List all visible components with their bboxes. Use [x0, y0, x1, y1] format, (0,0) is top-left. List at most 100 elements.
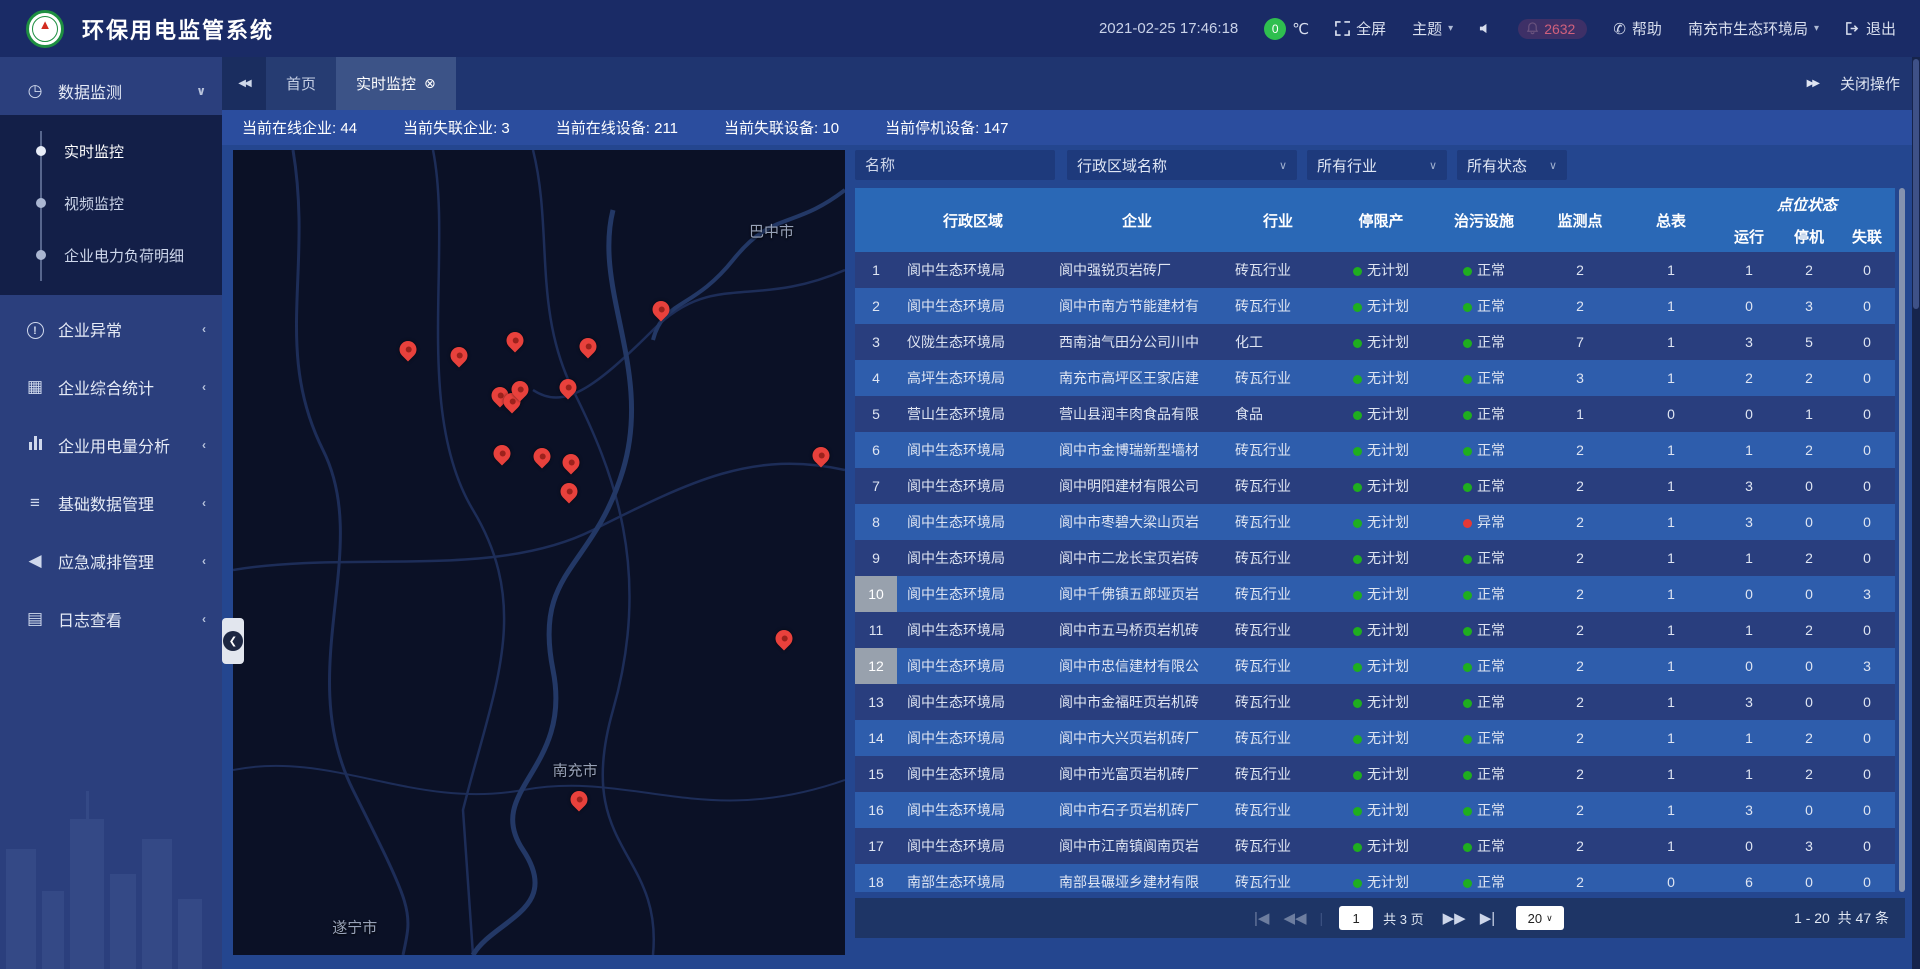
cell-industry: 砖瓦行业	[1225, 576, 1331, 612]
cell-company: 营山县润丰肉食品有限	[1049, 396, 1225, 432]
tab-realtime-monitoring[interactable]: 实时监控 ⊗	[336, 57, 456, 110]
table-row[interactable]: 7阆中生态环境局阆中明阳建材有限公司砖瓦行业无计划正常21300	[855, 468, 1895, 504]
status-dot-normal-icon	[1353, 555, 1362, 564]
cell-company: 西南油气田分公司川中	[1049, 324, 1225, 360]
table-row[interactable]: 8阆中生态环境局阆中市枣碧大梁山页岩砖瓦行业无计划异常21300	[855, 504, 1895, 540]
status-dot-normal-icon	[1353, 483, 1362, 492]
fullscreen-button[interactable]: 全屏	[1335, 18, 1386, 39]
app-window: 环保用电监管系统 2021-02-25 17:46:18 0 ℃ 全屏 主题▾ …	[0, 0, 1920, 969]
cell-run: 0	[1719, 288, 1779, 324]
industry-filter-select[interactable]: 所有行业∨	[1307, 150, 1447, 180]
cell-facility: 正常	[1431, 288, 1537, 324]
table-row[interactable]: 11阆中生态环境局阆中市五马桥页岩机砖砖瓦行业无计划正常21120	[855, 612, 1895, 648]
cell-monitor: 2	[1537, 648, 1623, 684]
table-row[interactable]: 6阆中生态环境局阆中市金博瑞新型墙材砖瓦行业无计划正常21120	[855, 432, 1895, 468]
pagination-bar: |◀ ◀◀ | 1 共 3 页 ▶▶ ▶| 20∨ 1 - 20 共 47 条	[855, 898, 1905, 938]
cell-facility: 正常	[1431, 576, 1537, 612]
map-collapse-button[interactable]: ❮	[222, 618, 244, 664]
cell-region: 阆中生态环境局	[897, 648, 1049, 684]
sidebar-item-base-data[interactable]: ≡ 基础数据管理‹	[0, 479, 222, 527]
table-row[interactable]: 5营山生态环境局营山县润丰肉食品有限食品无计划正常10010	[855, 396, 1895, 432]
last-page-button[interactable]: ▶|	[1473, 909, 1502, 927]
enterprise-table: 行政区域 企业 行业 停限产 治污设施 监测点 总表 点位状态 运行	[855, 188, 1895, 892]
scrollbar-thumb[interactable]	[1913, 59, 1919, 309]
sidebar-subitem-realtime-monitoring[interactable]: 实时监控	[0, 125, 222, 177]
tabs-scroll-left-button[interactable]: ◀◀	[222, 57, 266, 110]
table-row[interactable]: 17阆中生态环境局阆中市江南镇阆南页岩砖瓦行业无计划正常21030	[855, 828, 1895, 864]
map-canvas[interactable]: 巴中市 南充市 遂宁市	[233, 150, 845, 955]
sidebar-item-enterprise-statistics[interactable]: ▦ 企业综合统计‹	[0, 363, 222, 411]
close-tab-icon[interactable]: ⊗	[424, 75, 436, 92]
top-header: 环保用电监管系统 2021-02-25 17:46:18 0 ℃ 全屏 主题▾ …	[0, 0, 1920, 57]
chevron-left-icon: ‹	[202, 322, 206, 336]
page-number-input[interactable]: 1	[1339, 906, 1373, 930]
chevron-left-icon: ‹	[202, 438, 206, 452]
cell-num: 11	[855, 612, 897, 648]
region-filter-select[interactable]: 行政区域名称∨	[1067, 150, 1297, 180]
logout-button[interactable]: 退出	[1845, 18, 1896, 39]
table-row[interactable]: 18南部生态环境局南部县碾垭乡建材有限砖瓦行业无计划正常20600	[855, 864, 1895, 892]
cell-num: 1	[855, 252, 897, 288]
cell-stop: 无计划	[1331, 396, 1431, 432]
first-page-button[interactable]: |◀	[1247, 909, 1276, 927]
page-size-select[interactable]: 20∨	[1516, 906, 1564, 930]
name-filter-input[interactable]	[855, 150, 1055, 180]
table-row[interactable]: 16阆中生态环境局阆中市石子页岩机砖厂砖瓦行业无计划正常21300	[855, 792, 1895, 828]
cell-monitor: 2	[1537, 468, 1623, 504]
help-button[interactable]: ✆ 帮助	[1613, 18, 1662, 39]
sidebar-item-emergency-reduction[interactable]: ◀ 应急减排管理‹	[0, 537, 222, 585]
cell-meter: 1	[1623, 504, 1719, 540]
notification-count: 2632	[1544, 21, 1575, 37]
cell-monitor: 2	[1537, 576, 1623, 612]
cell-num: 9	[855, 540, 897, 576]
status-dot-normal-icon	[1463, 807, 1472, 816]
chevron-down-icon: ∨	[1429, 159, 1437, 172]
tabs-scroll-right-button[interactable]: ▶▶	[1807, 78, 1818, 89]
table-row[interactable]: 9阆中生态环境局阆中市二龙长宝页岩砖砖瓦行业无计划正常21120	[855, 540, 1895, 576]
table-row[interactable]: 3仪陇生态环境局西南油气田分公司川中化工无计划正常71350	[855, 324, 1895, 360]
cell-stop: 无计划	[1331, 864, 1431, 892]
cell-run: 1	[1719, 720, 1779, 756]
theme-menu-button[interactable]: 主题▾	[1412, 18, 1453, 39]
next-page-button[interactable]: ▶▶	[1436, 909, 1473, 927]
table-row[interactable]: 4高坪生态环境局南充市高坪区王家店建砖瓦行业无计划正常31220	[855, 360, 1895, 396]
sidebar-item-enterprise-abnormal[interactable]: ! 企业异常‹	[0, 305, 222, 353]
table-scrollbar[interactable]	[1899, 188, 1905, 892]
close-operations-button[interactable]: 关闭操作	[1840, 73, 1900, 94]
notification-badge[interactable]: 2632	[1518, 19, 1587, 39]
cell-facility: 正常	[1431, 540, 1537, 576]
col-facility: 治污设施	[1431, 188, 1537, 252]
table-row[interactable]: 12阆中生态环境局阆中市忠信建材有限公砖瓦行业无计划正常21003	[855, 648, 1895, 684]
table-row[interactable]: 1阆中生态环境局阆中强锐页岩砖厂砖瓦行业无计划正常21120	[855, 252, 1895, 288]
table-row[interactable]: 15阆中生态环境局阆中市光富页岩机砖厂砖瓦行业无计划正常21120	[855, 756, 1895, 792]
tab-home[interactable]: 首页	[266, 57, 336, 110]
cell-region: 阆中生态环境局	[897, 756, 1049, 792]
page-scrollbar[interactable]	[1912, 57, 1920, 969]
status-filter-select[interactable]: 所有状态∨	[1457, 150, 1567, 180]
cell-halt: 0	[1779, 684, 1839, 720]
cell-run: 3	[1719, 324, 1779, 360]
user-menu[interactable]: 南充市生态环境局▾	[1688, 18, 1819, 39]
sidebar-subitem-video-monitoring[interactable]: 视频监控	[0, 177, 222, 229]
bar-chart-icon	[24, 435, 46, 455]
table-row[interactable]: 2阆中生态环境局阆中市南方节能建材有砖瓦行业无计划正常21030	[855, 288, 1895, 324]
sidebar-subitem-power-load-detail[interactable]: 企业电力负荷明细	[0, 229, 222, 281]
sidebar-item-data-monitoring[interactable]: ◷ 数据监测 ∨	[0, 67, 222, 115]
cell-industry: 砖瓦行业	[1225, 432, 1331, 468]
cell-company: 阆中市五马桥页岩机砖	[1049, 612, 1225, 648]
chevron-left-icon: ❮	[223, 631, 243, 651]
table-row[interactable]: 14阆中生态环境局阆中市大兴页岩机砖厂砖瓦行业无计划正常21120	[855, 720, 1895, 756]
sidebar-item-log-view[interactable]: ▤ 日志查看‹	[0, 595, 222, 643]
table-row[interactable]: 10阆中生态环境局阆中千佛镇五郎垭页岩砖瓦行业无计划正常21003	[855, 576, 1895, 612]
table-row[interactable]: 13阆中生态环境局阆中市金福旺页岩机砖砖瓦行业无计划正常21300	[855, 684, 1895, 720]
prev-page-button[interactable]: ◀◀	[1276, 909, 1313, 927]
sound-button[interactable]	[1479, 22, 1492, 35]
cell-run: 1	[1719, 612, 1779, 648]
status-dot-normal-icon	[1463, 879, 1472, 888]
map[interactable]: 巴中市 南充市 遂宁市 ❮	[233, 150, 845, 955]
sidebar-item-power-analysis[interactable]: 企业用电量分析‹	[0, 421, 222, 469]
cell-stop: 无计划	[1331, 468, 1431, 504]
cell-num: 8	[855, 504, 897, 540]
cell-num: 3	[855, 324, 897, 360]
cell-lost: 0	[1839, 360, 1895, 396]
